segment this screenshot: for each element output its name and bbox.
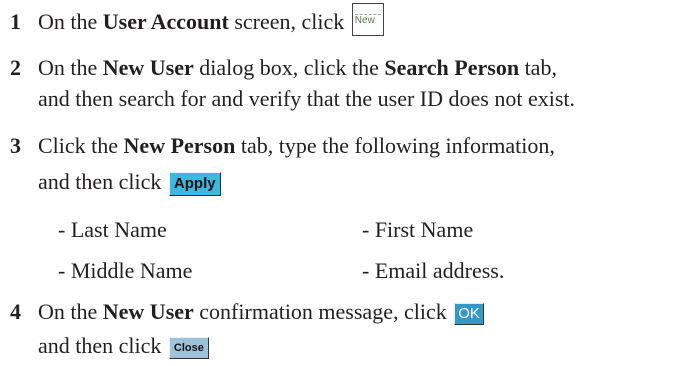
field-last-name: - Last Name	[58, 217, 167, 242]
step-number: 1	[10, 9, 21, 34]
ui-term: New Person	[123, 133, 236, 158]
step-text: On the New User confirmation message, cl…	[38, 296, 484, 327]
step-text: and then search for and verify that the …	[38, 86, 575, 111]
field-first-name: - First Name	[362, 217, 474, 242]
step-text: and then click Close	[38, 330, 209, 361]
step-text: and then click Apply	[38, 166, 221, 197]
field-email-address: - Email address.	[362, 258, 505, 283]
new-button-icon: New	[351, 3, 384, 37]
ok-button-icon: OK	[454, 302, 484, 325]
step-number: 3	[10, 133, 21, 158]
step-text: On the User Account screen, click New	[38, 3, 384, 40]
step-number: 4	[10, 299, 21, 324]
step-number: 2	[10, 55, 21, 80]
ui-term: Search Person	[384, 55, 520, 80]
step-text: On the New User dialog box, click the Se…	[38, 55, 557, 80]
ui-term: New User	[102, 299, 194, 324]
ui-term: New User	[102, 55, 194, 80]
field-middle-name: - Middle Name	[58, 258, 193, 283]
apply-button-icon: Apply	[168, 171, 221, 196]
step-text: Click the New Person tab, type the follo…	[38, 133, 555, 158]
close-button-icon: Close	[168, 336, 209, 359]
ui-term: User Account	[102, 9, 229, 34]
